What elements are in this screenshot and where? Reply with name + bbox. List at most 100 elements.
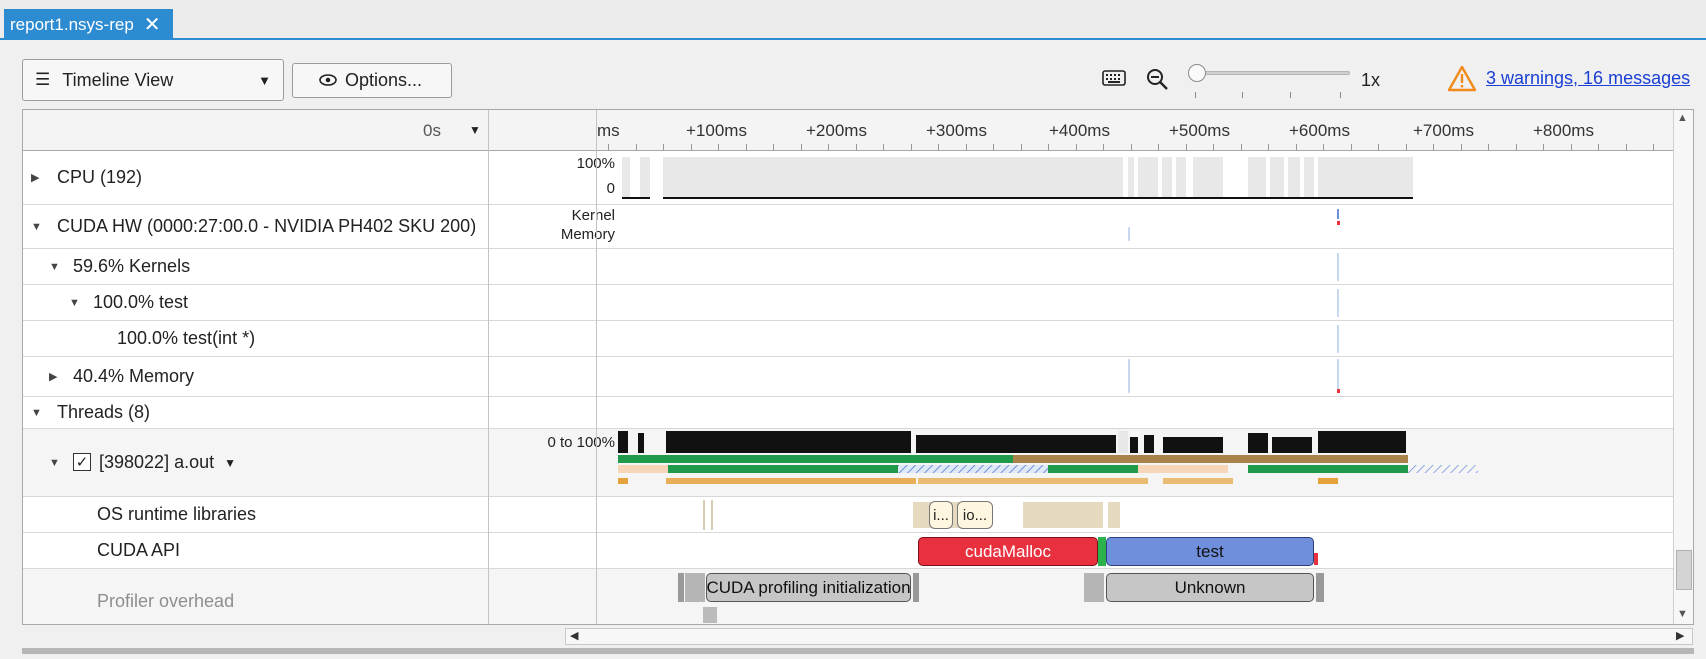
- menu-lines-icon: ☰: [35, 70, 51, 89]
- ruler-tick: [1048, 144, 1049, 151]
- profiler-mark[interactable]: [685, 573, 705, 602]
- scroll-right-icon[interactable]: ▶: [1676, 629, 1684, 642]
- ruler-tick: [1323, 144, 1324, 151]
- scroll-up-icon[interactable]: ▲: [1677, 112, 1688, 124]
- ruler-label: +800ms: [1533, 121, 1594, 140]
- ruler-label: ms: [597, 121, 620, 140]
- memory-activity-mark[interactable]: [1337, 359, 1339, 389]
- ruler-tick: [746, 144, 747, 151]
- row-kernels[interactable]: ▼ 59.6% Kernels: [23, 249, 1673, 285]
- horizontal-scrollbar[interactable]: ◀ ▶: [565, 628, 1693, 645]
- thread-activity-chart[interactable]: [618, 431, 1498, 495]
- vertical-scroll-thumb[interactable]: [1676, 550, 1692, 590]
- options-button-label: Options...: [345, 70, 423, 90]
- caret-down-icon[interactable]: ▼: [224, 456, 236, 470]
- profiler-mark[interactable]: [703, 607, 717, 623]
- profiling-init-block[interactable]: CUDA profiling initialization: [706, 573, 911, 602]
- zoom-slider-thumb[interactable]: [1188, 64, 1206, 82]
- cuda-malloc-block[interactable]: cudaMalloc: [918, 537, 1098, 566]
- cpu-usage-chart[interactable]: [618, 155, 1418, 203]
- scroll-left-icon[interactable]: ◀: [570, 629, 578, 642]
- ruler-label: +200ms: [806, 121, 867, 140]
- os-runtime-block[interactable]: io...: [957, 501, 993, 529]
- memory-activity-mark[interactable]: [1128, 359, 1130, 393]
- expand-arrow-icon[interactable]: ▶: [31, 171, 47, 184]
- threads-label: Threads (8): [57, 402, 151, 422]
- keyboard-icon[interactable]: [1102, 70, 1126, 91]
- row-test[interactable]: ▼ 100.0% test: [23, 285, 1673, 321]
- collapse-arrow-icon[interactable]: ▼: [31, 221, 47, 233]
- scroll-down-icon[interactable]: ▼: [1677, 608, 1688, 620]
- collapse-arrow-icon[interactable]: ▼: [49, 457, 65, 469]
- memory-label: 40.4% Memory: [73, 366, 195, 386]
- ruler-label: +500ms: [1169, 121, 1230, 140]
- ruler-tick: [938, 144, 939, 151]
- ruler-tick: [1433, 144, 1434, 151]
- expand-arrow-icon[interactable]: ▶: [49, 370, 65, 383]
- ruler-label: +300ms: [926, 121, 987, 140]
- cuda-hw-chart[interactable]: [1123, 205, 1353, 249]
- row-thread-main[interactable]: ▼ ✓ [398022] a.out ▼ 0 to 100%: [23, 429, 1673, 497]
- ruler-tick: [801, 144, 802, 151]
- row-test-int[interactable]: 100.0% test(int *): [23, 321, 1673, 357]
- bottom-bar: [22, 648, 1694, 654]
- kernel-activity-mark[interactable]: [1337, 289, 1339, 317]
- warnings-link[interactable]: 3 warnings, 16 messages: [1486, 68, 1690, 89]
- unknown-block[interactable]: Unknown: [1106, 573, 1314, 602]
- ruler-tick: [1241, 144, 1242, 151]
- collapse-arrow-icon[interactable]: ▼: [49, 261, 65, 273]
- zoom-tick: [1290, 92, 1291, 98]
- profiler-mark[interactable]: [1084, 573, 1104, 602]
- column-divider[interactable]: [488, 110, 489, 624]
- os-runtime-activity[interactable]: [683, 500, 1143, 530]
- cuda-api-marker[interactable]: [1314, 553, 1318, 565]
- tab-title: report1.nsys-rep: [10, 14, 134, 34]
- ruler-tick: [1461, 144, 1462, 151]
- ruler-tick: [911, 144, 912, 151]
- kernel-activity-mark[interactable]: [1337, 325, 1339, 353]
- ruler-tick: [1571, 144, 1572, 151]
- ruler-tick: [1351, 144, 1352, 151]
- profiler-mark[interactable]: [678, 573, 684, 602]
- memory-activity-mark[interactable]: [1337, 389, 1340, 393]
- zoom-tick: [1340, 92, 1341, 98]
- profiler-label: Profiler overhead: [97, 590, 235, 611]
- view-select[interactable]: ☰ Timeline View ▼: [22, 59, 284, 101]
- row-cpu[interactable]: ▶ CPU (192) 100% 0: [23, 151, 1673, 205]
- ruler-tick: [1076, 144, 1077, 151]
- profiler-mark[interactable]: [1316, 573, 1324, 602]
- row-cuda-api[interactable]: CUDA API cudaMalloc test: [23, 533, 1673, 569]
- row-memory[interactable]: ▶ 40.4% Memory: [23, 357, 1673, 397]
- kernel-activity-mark[interactable]: [1337, 253, 1339, 281]
- options-button[interactable]: Options...: [292, 63, 452, 98]
- caret-down-icon[interactable]: ▼: [469, 123, 481, 137]
- os-runtime-block[interactable]: i...: [929, 501, 953, 529]
- row-threads[interactable]: ▼ Threads (8): [23, 397, 1673, 429]
- ruler-label: +100ms: [686, 121, 747, 140]
- zoom-slider[interactable]: [1195, 71, 1350, 75]
- cuda-hw-axis-top: Kernel: [571, 207, 615, 224]
- ruler-tick: [1213, 144, 1214, 151]
- ruler-tick: [1488, 144, 1489, 151]
- time-origin[interactable]: 0s: [423, 121, 441, 141]
- profiler-mark[interactable]: [913, 573, 919, 602]
- ruler-tick: [1516, 144, 1517, 151]
- test-int-label: 100.0% test(int *): [117, 328, 256, 348]
- row-cuda-hw[interactable]: ▼ CUDA HW (0000:27:00.0 - NVIDIA PH402 S…: [23, 205, 1673, 249]
- cuda-api-marker[interactable]: [1098, 537, 1106, 566]
- test-label: 100.0% test: [93, 292, 189, 312]
- thread-checkbox[interactable]: ✓: [73, 453, 91, 471]
- close-icon[interactable]: ✕: [144, 15, 161, 35]
- row-label: ▶ 40.4% Memory: [49, 357, 194, 396]
- row-os-runtime[interactable]: OS runtime libraries i... io...: [23, 497, 1673, 533]
- cuda-test-block[interactable]: test: [1106, 537, 1314, 566]
- zoom-out-icon[interactable]: [1145, 67, 1169, 96]
- collapse-arrow-icon[interactable]: ▼: [31, 407, 47, 419]
- ruler-tick: [1598, 144, 1599, 151]
- row-profiler[interactable]: Profiler overhead CUDA profiling initial…: [23, 569, 1673, 624]
- column-divider[interactable]: [596, 110, 597, 624]
- collapse-arrow-icon[interactable]: ▼: [69, 297, 85, 309]
- ruler-tick: [993, 144, 994, 151]
- vertical-scrollbar[interactable]: ▲ ▼: [1673, 110, 1693, 624]
- tab-report[interactable]: report1.nsys-rep ✕: [4, 9, 173, 40]
